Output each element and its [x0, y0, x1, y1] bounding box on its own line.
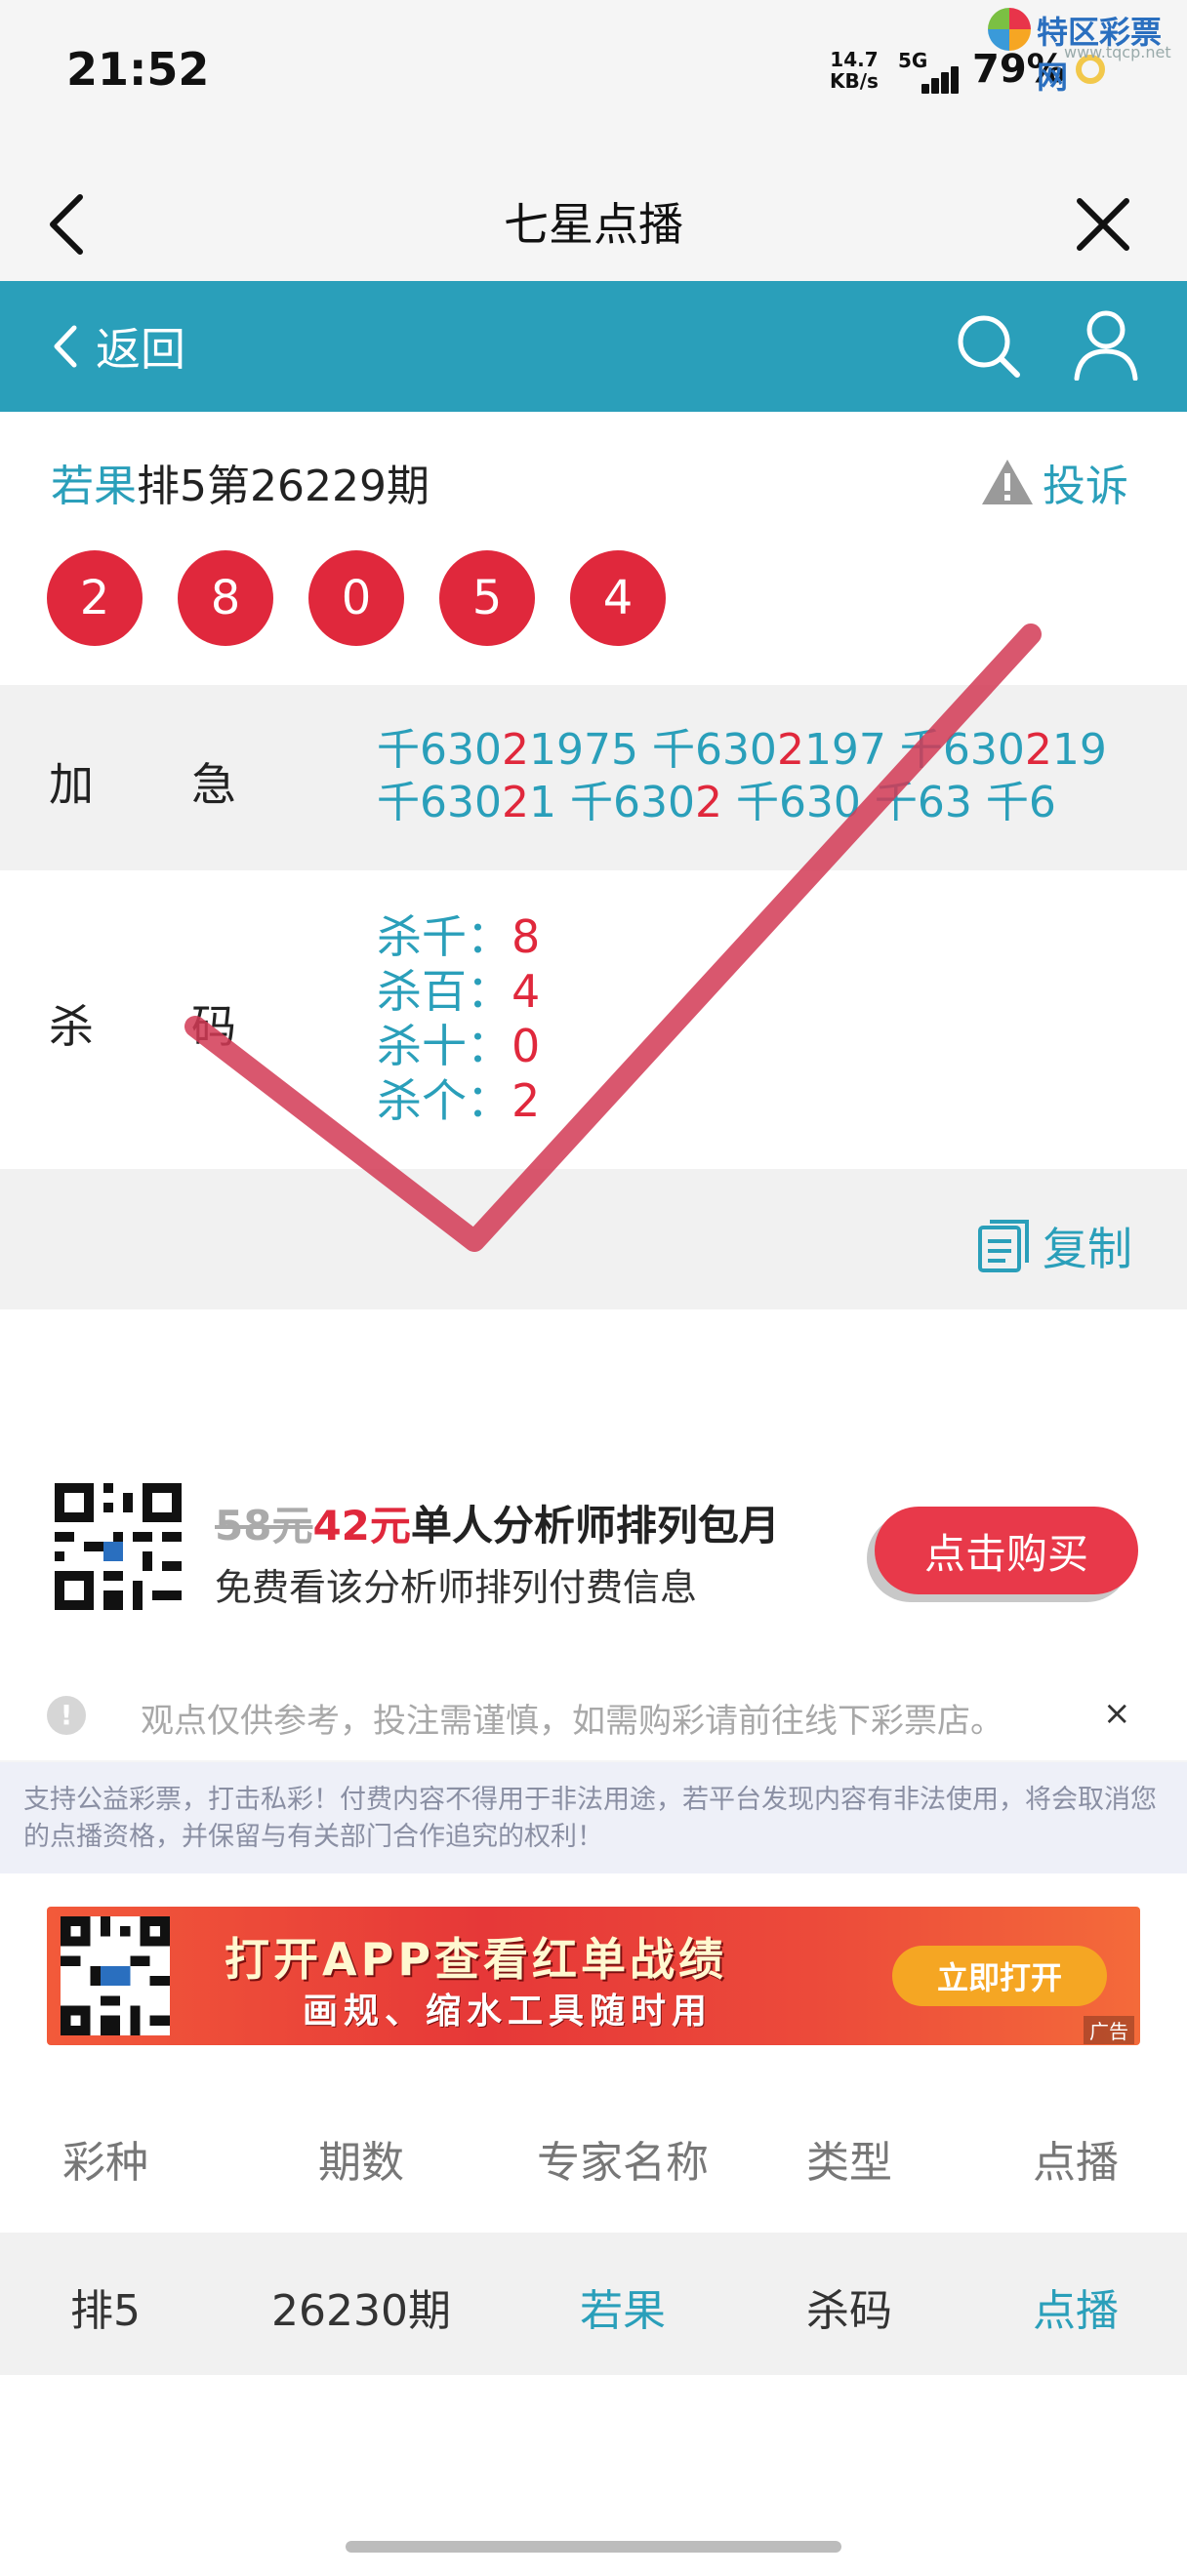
- watermark-url: www.tqcp.net: [1064, 43, 1171, 61]
- signal-icon: [898, 64, 962, 94]
- issue-text: 排5第26229期: [137, 462, 430, 511]
- code-highlight: 2: [501, 778, 529, 827]
- table-header-cell: 类型: [806, 2138, 892, 2188]
- table-cell-issue: 26230期: [271, 2286, 451, 2336]
- urgent-label-1: 加: [49, 758, 94, 811]
- notice-text: 观点仅供参考，投注需谨慎，如需购彩请前往线下彩票店。: [141, 1702, 1003, 1741]
- table-header-cell: 专家名称: [537, 2138, 709, 2188]
- number-ball: 5: [439, 550, 535, 646]
- table-header-cell: 期数: [318, 2138, 404, 2188]
- table-cell-expert-link[interactable]: 若果: [506, 2275, 740, 2338]
- number-ball: 0: [308, 550, 404, 646]
- copy-label: 复制: [1043, 1223, 1132, 1275]
- disclaimer-text: 支持公益彩票，打击私彩！付费内容不得用于非法用途，若平台发现内容有非法使用，将会…: [23, 1785, 1157, 1852]
- kill-item-value: 8: [512, 910, 541, 963]
- code-highlight: 2: [776, 725, 804, 775]
- buy-button[interactable]: 点击购买: [875, 1507, 1138, 1594]
- page-title: 七星点播: [504, 198, 683, 251]
- promo-title: 58元42元单人分析师排列包月: [215, 1493, 780, 1552]
- table-cell-play-link[interactable]: 点播: [959, 2275, 1187, 2338]
- back-label: 返回: [96, 323, 185, 376]
- code-text: 1 千630: [528, 778, 695, 827]
- kill-label-2: 码: [191, 1000, 236, 1053]
- code-text: 千630 千63 千6: [721, 778, 1056, 827]
- back-button[interactable]: 返回: [51, 312, 185, 381]
- kill-item-label: 杀个：: [377, 1074, 512, 1127]
- kill-codes-list: 杀千：8 杀百：4 杀十：0 杀个：2: [377, 909, 540, 1128]
- kill-item-value: 0: [512, 1020, 541, 1072]
- promo-subtitle: 免费看该分析师排列付费信息: [215, 1566, 698, 1609]
- network-speed-value: 14.7: [830, 48, 879, 71]
- banner-qr-icon: [61, 1916, 170, 2035]
- kill-item: 杀个：2: [377, 1073, 540, 1128]
- complain-button[interactable]: 投诉: [980, 451, 1128, 513]
- warning-icon: [982, 460, 1033, 504]
- notice-close-icon[interactable]: ×: [1103, 1694, 1131, 1733]
- winning-numbers: 2 8 0 5 4: [47, 550, 666, 646]
- table-header-cell: 彩种: [62, 2138, 148, 2188]
- chevron-left-icon: [54, 325, 77, 368]
- back-chevron-icon[interactable]: [39, 185, 98, 263]
- kill-item-value: 4: [512, 965, 541, 1018]
- open-app-button[interactable]: 立即打开: [892, 1946, 1107, 2006]
- code-text: 千630: [377, 725, 502, 775]
- kill-item-label: 杀十：: [377, 1020, 512, 1072]
- new-price: 42元: [312, 1502, 411, 1550]
- code-text: 197 千630: [803, 725, 1025, 775]
- kill-item-label: 杀千：: [377, 910, 512, 963]
- copy-button[interactable]: 复制: [976, 1214, 1132, 1278]
- number-ball: 2: [47, 550, 143, 646]
- number-ball: 4: [570, 550, 666, 646]
- code-highlight: 2: [501, 725, 529, 775]
- home-indicator[interactable]: [346, 2541, 841, 2553]
- expert-name-link[interactable]: 若果: [51, 462, 137, 511]
- clock: 21:52: [66, 43, 210, 96]
- kill-codes-row: [0, 870, 1187, 1169]
- code-text: 1975 千630: [528, 725, 777, 775]
- qr-code-icon: [55, 1483, 182, 1610]
- close-icon[interactable]: [1064, 185, 1142, 263]
- banner-subtitle: 画规、缩水工具随时用: [303, 1992, 714, 2032]
- user-icon[interactable]: [1072, 308, 1140, 382]
- urgent-label-2: 急: [191, 758, 236, 811]
- kill-item: 杀百：4: [377, 964, 540, 1019]
- complain-label: 投诉: [1043, 462, 1128, 511]
- ad-badge: 广告: [1084, 2016, 1134, 2044]
- promo-title-text: 单人分析师排列包月: [410, 1502, 780, 1550]
- issue-title: 若果排5第26229期: [51, 451, 430, 513]
- kill-label-1: 杀: [49, 1000, 94, 1053]
- kill-item-value: 2: [512, 1074, 541, 1127]
- table-header-cell: 点播: [1033, 2138, 1119, 2188]
- code-highlight: 2: [1024, 725, 1052, 775]
- info-icon: !: [47, 1696, 86, 1735]
- number-ball: 8: [178, 550, 273, 646]
- codes-line-1: 千63021975 千6302197 千630219: [377, 724, 1158, 777]
- kill-item: 杀十：0: [377, 1019, 540, 1073]
- kill-item: 杀千：8: [377, 909, 540, 964]
- watermark-logo-icon: [988, 8, 1031, 51]
- kill-item-label: 杀百：: [377, 965, 512, 1018]
- old-price: 58元: [215, 1502, 313, 1550]
- code-highlight: 2: [694, 778, 722, 827]
- copy-icon: [978, 1220, 1029, 1272]
- network-speed-unit: KB/s: [830, 69, 879, 93]
- urgent-codes: 千63021975 千6302197 千630219 千63021 千6302 …: [377, 724, 1158, 829]
- network-speed: 14.7 KB/s: [830, 49, 879, 92]
- code-text: 千630: [377, 778, 502, 827]
- code-text: 19: [1051, 725, 1107, 775]
- table-cell-lottery: 排5: [70, 2286, 141, 2336]
- search-icon[interactable]: [953, 310, 1023, 381]
- table-cell-type: 杀码: [806, 2286, 892, 2336]
- banner-title: 打开APP查看红单战绩: [225, 1933, 728, 1986]
- codes-line-2: 千63021 千6302 千630 千63 千6: [377, 777, 1158, 829]
